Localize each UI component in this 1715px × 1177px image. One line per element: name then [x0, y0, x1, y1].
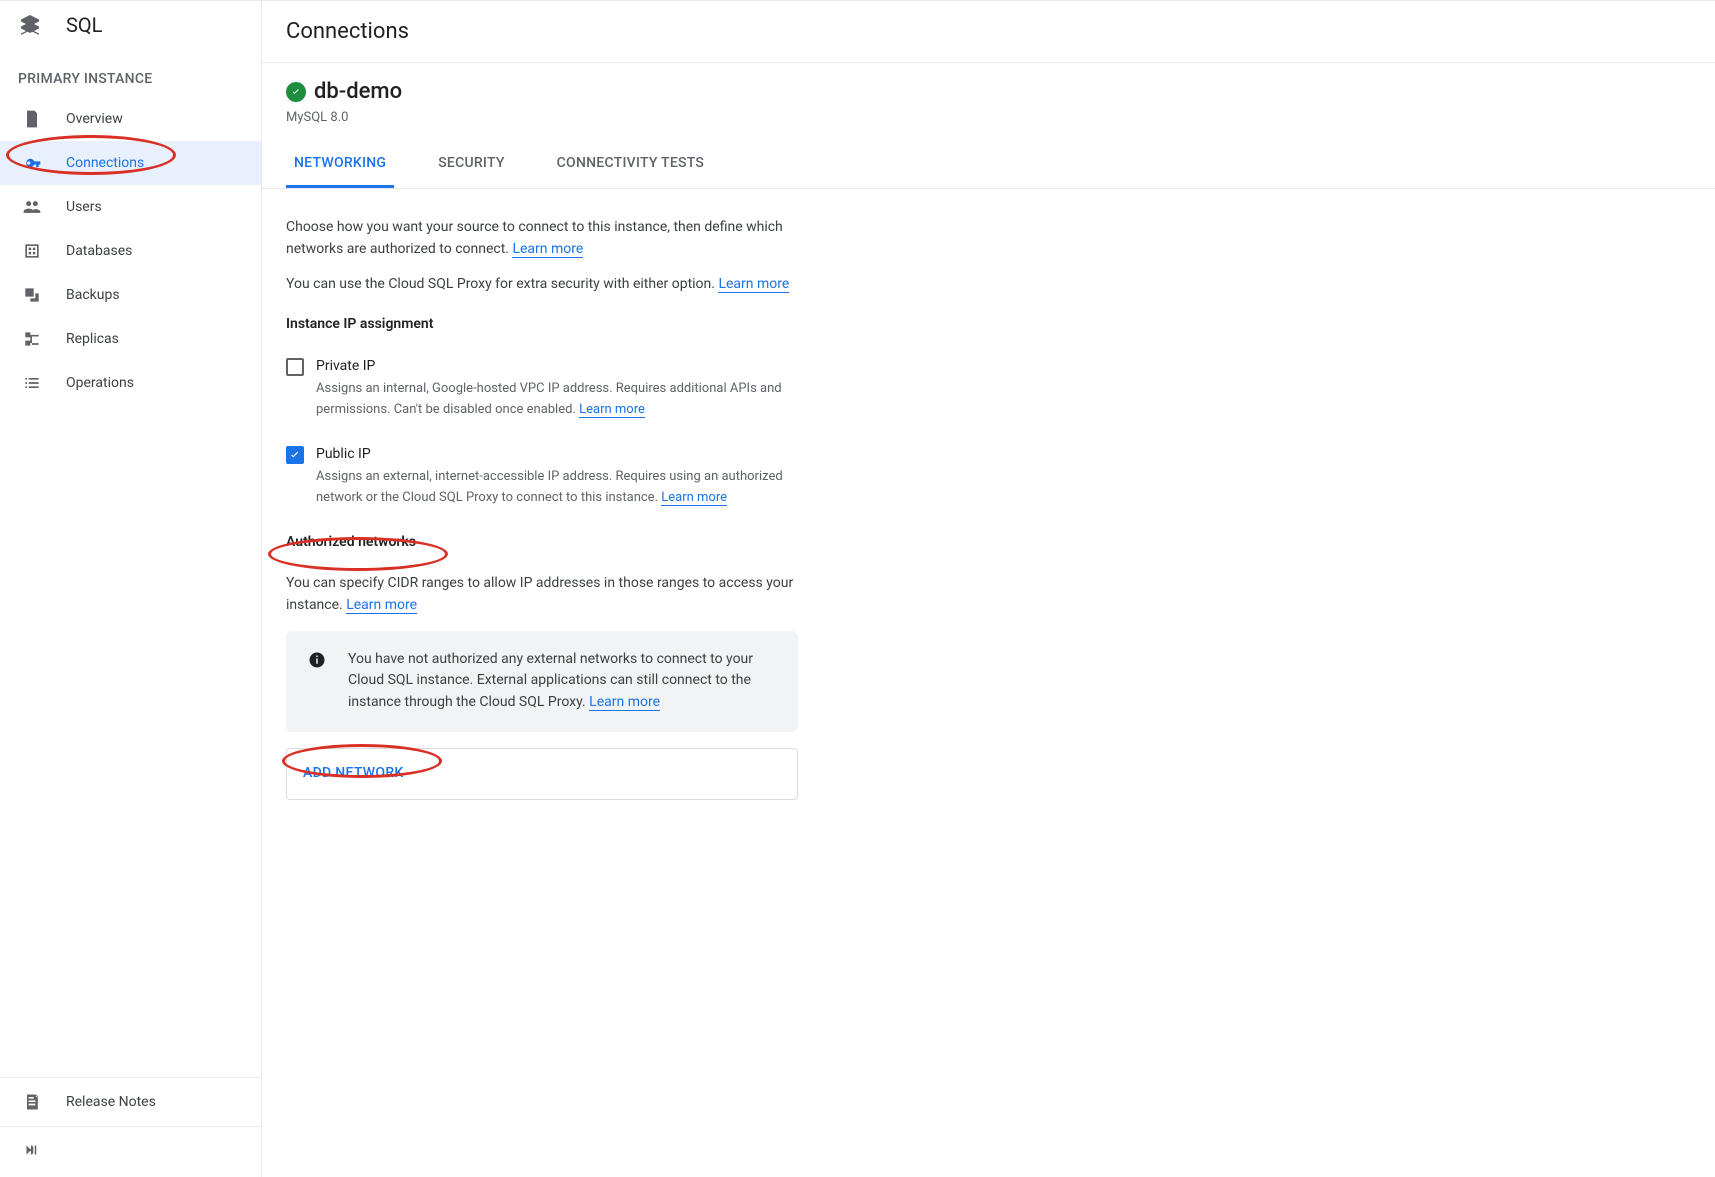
nav-list: Overview Connections Users Databases Bac… [0, 97, 261, 1077]
replicas-icon [22, 329, 42, 349]
learn-more-link[interactable]: Learn more [718, 276, 789, 293]
sidebar-section-header: PRIMARY INSTANCE [0, 57, 261, 97]
private-ip-desc: Assigns an internal, Google-hosted VPC I… [316, 379, 798, 419]
product-title: SQL [66, 13, 102, 37]
info-box-text: You have not authorized any external net… [348, 649, 780, 714]
add-network-label: ADD NETWORK [303, 765, 404, 781]
backups-icon [22, 285, 42, 305]
collapse-sidebar-button[interactable] [0, 1126, 261, 1177]
sidebar-item-label: Users [66, 199, 102, 215]
page-title: Connections [262, 1, 1715, 63]
sidebar-item-backups[interactable]: Backups [0, 273, 261, 317]
learn-more-link[interactable]: Learn more [346, 597, 417, 614]
intro-text-1: Choose how you want your source to conne… [286, 217, 798, 260]
sidebar-item-release-notes[interactable]: Release Notes [0, 1078, 261, 1126]
sidebar-item-label: Replicas [66, 331, 119, 347]
info-box: You have not authorized any external net… [286, 631, 798, 732]
add-network-button[interactable]: ADD NETWORK [286, 748, 798, 800]
sidebar-item-label: Overview [66, 111, 123, 127]
status-ok-icon [286, 82, 306, 102]
chevron-left-collapse-icon [22, 1141, 40, 1159]
sql-product-icon [18, 13, 42, 37]
public-ip-label: Public IP [316, 444, 798, 466]
main-content: Connections db-demo MySQL 8.0 NETWORKING… [262, 0, 1715, 1177]
sidebar-item-overview[interactable]: Overview [0, 97, 261, 141]
learn-more-link[interactable]: Learn more [512, 241, 583, 258]
database-icon [22, 241, 42, 261]
sidebar: SQL PRIMARY INSTANCE Overview Connection… [0, 0, 262, 1177]
sidebar-item-label: Databases [66, 243, 132, 259]
sidebar-item-label: Backups [66, 287, 120, 303]
tab-security[interactable]: SECURITY [430, 141, 512, 188]
authorized-networks-title: Authorized networks [286, 532, 798, 554]
sidebar-item-replicas[interactable]: Replicas [0, 317, 261, 361]
tab-connectivity-tests[interactable]: CONNECTIVITY TESTS [549, 141, 712, 188]
public-ip-desc: Assigns an external, internet-accessible… [316, 467, 798, 507]
learn-more-link[interactable]: Learn more [579, 402, 645, 418]
sidebar-item-databases[interactable]: Databases [0, 229, 261, 273]
sidebar-item-label: Release Notes [66, 1094, 156, 1110]
ip-assignment-title: Instance IP assignment [286, 314, 798, 336]
intro-text-2: You can use the Cloud SQL Proxy for extr… [286, 274, 798, 296]
learn-more-link[interactable]: Learn more [589, 694, 660, 711]
release-notes-icon [22, 1092, 42, 1112]
sidebar-item-label: Connections [66, 155, 144, 171]
sidebar-footer: Release Notes [0, 1077, 261, 1177]
operations-icon [22, 373, 42, 393]
sidebar-item-connections[interactable]: Connections [0, 141, 261, 185]
connection-icon [22, 153, 42, 173]
sidebar-item-label: Operations [66, 375, 134, 391]
sidebar-item-users[interactable]: Users [0, 185, 261, 229]
tab-networking[interactable]: NETWORKING [286, 141, 394, 188]
document-icon [22, 109, 42, 129]
private-ip-option: Private IP Assigns an internal, Google-h… [286, 356, 798, 420]
private-ip-checkbox[interactable] [286, 358, 304, 376]
networking-panel: Choose how you want your source to conne… [262, 189, 822, 828]
tabs: NETWORKING SECURITY CONNECTIVITY TESTS [262, 141, 1715, 189]
public-ip-option: Public IP Assigns an external, internet-… [286, 444, 798, 508]
info-icon [308, 651, 326, 669]
learn-more-link[interactable]: Learn more [661, 490, 727, 506]
users-icon [22, 197, 42, 217]
private-ip-label: Private IP [316, 356, 798, 378]
authorized-networks-desc: You can specify CIDR ranges to allow IP … [286, 573, 798, 616]
sidebar-item-operations[interactable]: Operations [0, 361, 261, 405]
public-ip-checkbox[interactable] [286, 446, 304, 464]
instance-header: db-demo [262, 63, 1715, 110]
instance-subtitle: MySQL 8.0 [262, 110, 1715, 141]
product-header: SQL [0, 1, 261, 57]
instance-name: db-demo [314, 79, 402, 104]
